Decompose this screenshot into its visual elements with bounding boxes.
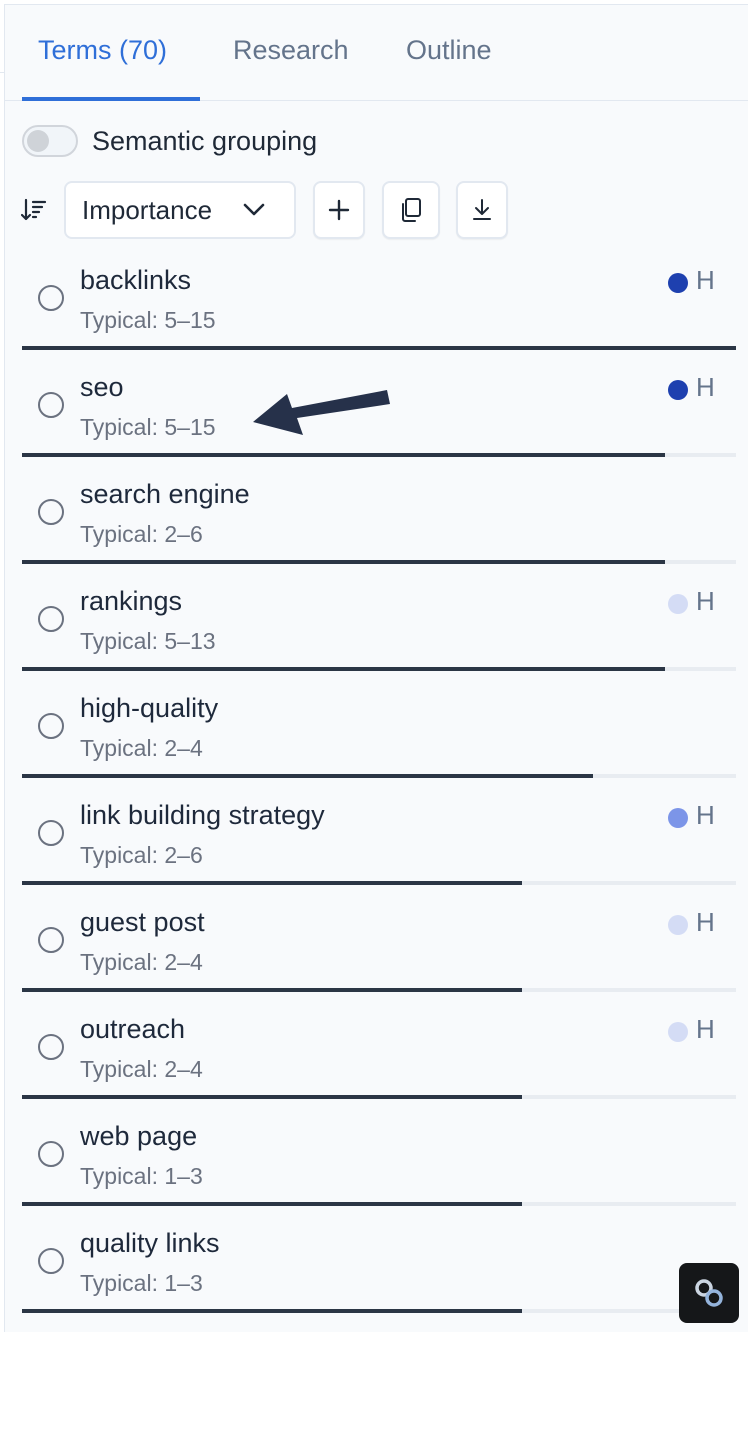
term-usage-fill xyxy=(22,988,522,992)
plus-icon xyxy=(328,199,350,221)
heading-indicator-dot xyxy=(668,1022,688,1042)
chevron-down-icon xyxy=(243,203,265,216)
term-row[interactable]: web page Typical: 1–3 xyxy=(22,1113,736,1220)
term-usage-fill xyxy=(22,453,665,457)
term-checkbox[interactable] xyxy=(38,606,64,632)
term-row[interactable]: backlinks Typical: 5–15 H xyxy=(22,257,736,364)
heading-indicator-label: H xyxy=(696,1014,715,1044)
active-tab-indicator xyxy=(22,97,200,101)
semantic-grouping-row: Semantic grouping xyxy=(22,123,317,159)
term-usage-fill xyxy=(22,1202,522,1206)
term-checkbox[interactable] xyxy=(38,285,64,311)
term-usage-bar xyxy=(22,988,736,992)
add-term-button[interactable] xyxy=(313,181,365,239)
copy-icon xyxy=(402,198,421,222)
heading-indicator-label: H xyxy=(696,907,715,937)
term-typical-range: Typical: 5–15 xyxy=(80,307,216,333)
term-checkbox[interactable] xyxy=(38,1248,64,1274)
term-row[interactable]: link building strategy Typical: 2–6 H xyxy=(22,792,736,899)
term-typical-range: Typical: 5–13 xyxy=(80,628,216,654)
term-usage-fill xyxy=(22,881,522,885)
heading-indicator-label: H xyxy=(696,800,715,830)
term-name: seo xyxy=(80,372,124,402)
term-typical-range: Typical: 5–15 xyxy=(80,414,216,440)
term-usage-bar xyxy=(22,1202,736,1206)
term-row[interactable]: guest post Typical: 2–4 H xyxy=(22,899,736,1006)
heading-indicator-label: H xyxy=(696,265,715,295)
term-usage-bar xyxy=(22,1095,736,1099)
term-name: rankings xyxy=(80,586,183,616)
term-usage-fill xyxy=(22,560,665,564)
term-checkbox[interactable] xyxy=(38,392,64,418)
term-row[interactable]: outreach Typical: 2–4 H xyxy=(22,1006,736,1113)
term-name: outreach xyxy=(80,1014,186,1044)
term-usage-fill xyxy=(22,1309,522,1313)
term-name: link building strategy xyxy=(80,800,325,830)
term-row[interactable]: high-quality Typical: 2–4 xyxy=(22,685,736,792)
terms-panel: Terms (70) Research Outline Semantic gro… xyxy=(4,4,748,1332)
term-name: quality links xyxy=(80,1228,220,1258)
copy-terms-button[interactable] xyxy=(382,181,440,239)
sort-descending-icon[interactable] xyxy=(21,197,47,223)
term-usage-bar xyxy=(22,346,736,350)
term-name: search engine xyxy=(80,479,250,509)
term-name: backlinks xyxy=(80,265,192,295)
divider xyxy=(0,72,4,73)
term-usage-fill xyxy=(22,346,736,350)
term-usage-bar xyxy=(22,453,736,457)
semantic-grouping-label: Semantic grouping xyxy=(92,125,318,156)
term-usage-fill xyxy=(22,774,594,778)
term-typical-range: Typical: 2–6 xyxy=(80,521,203,547)
sort-select-value: Importance xyxy=(82,194,213,225)
term-usage-bar xyxy=(22,774,736,778)
term-checkbox[interactable] xyxy=(38,499,64,525)
term-typical-range: Typical: 1–3 xyxy=(80,1163,203,1189)
semantic-grouping-toggle[interactable] xyxy=(22,125,78,157)
term-checkbox[interactable] xyxy=(38,820,64,846)
term-typical-range: Typical: 1–3 xyxy=(80,1270,203,1296)
term-checkbox[interactable] xyxy=(38,927,64,953)
link-icon xyxy=(695,1279,723,1307)
term-checkbox[interactable] xyxy=(38,713,64,739)
heading-indicator-label: H xyxy=(696,372,715,402)
term-checkbox[interactable] xyxy=(38,1141,64,1167)
term-row[interactable]: search engine Typical: 2–6 xyxy=(22,471,736,578)
term-usage-bar xyxy=(22,667,736,671)
heading-indicator-dot xyxy=(668,273,688,293)
term-usage-bar xyxy=(22,560,736,564)
download-terms-button[interactable] xyxy=(456,181,508,239)
heading-indicator-label: H xyxy=(696,586,715,616)
heading-indicator-dot xyxy=(668,594,688,614)
term-typical-range: Typical: 2–4 xyxy=(80,735,203,761)
term-name: high-quality xyxy=(80,693,219,723)
tab-outline[interactable]: Outline xyxy=(406,35,492,66)
term-checkbox[interactable] xyxy=(38,1034,64,1060)
term-name: web page xyxy=(80,1121,198,1151)
sort-select[interactable]: Importance xyxy=(64,181,296,239)
term-usage-fill xyxy=(22,667,665,671)
term-typical-range: Typical: 2–4 xyxy=(80,949,203,975)
term-row[interactable]: quality links Typical: 1–3 xyxy=(22,1220,736,1327)
download-icon xyxy=(473,199,491,220)
annotation-arrow-icon xyxy=(253,390,390,435)
heading-indicator-dot xyxy=(668,915,688,935)
term-usage-fill xyxy=(22,1095,522,1099)
toggle-knob xyxy=(27,130,49,152)
tab-research[interactable]: Research xyxy=(233,35,349,66)
term-typical-range: Typical: 2–6 xyxy=(80,842,203,868)
term-usage-bar xyxy=(22,881,736,885)
tab-terms[interactable]: Terms (70) xyxy=(38,35,167,66)
tab-bar: Terms (70) Research Outline xyxy=(5,5,748,101)
term-row[interactable]: rankings Typical: 5–13 H xyxy=(22,578,736,685)
link-button[interactable] xyxy=(679,1263,739,1323)
heading-indicator-dot xyxy=(668,808,688,828)
heading-indicator-dot xyxy=(668,380,688,400)
term-usage-bar xyxy=(22,1309,736,1313)
term-name: guest post xyxy=(80,907,205,937)
term-typical-range: Typical: 2–4 xyxy=(80,1056,203,1082)
